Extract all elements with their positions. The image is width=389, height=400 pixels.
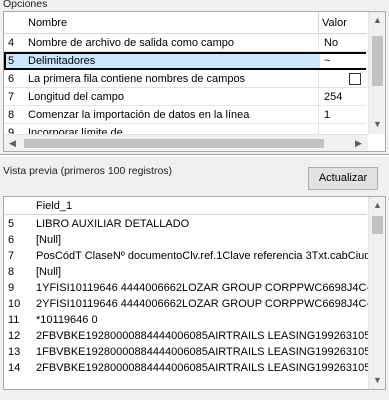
row-number: 5	[8, 55, 15, 67]
column-separator	[318, 34, 319, 52]
column-header-name[interactable]: Nombre	[28, 17, 67, 29]
option-name: Nombre de archivo de salida como campo	[28, 37, 235, 49]
option-value[interactable]: 254	[320, 88, 366, 105]
cell-value: PosCódT ClaseNº documentoClv.ref.1Clave …	[36, 250, 386, 262]
scroll-down-arrow-icon[interactable]: ▼	[369, 116, 385, 133]
row-number: 4	[8, 37, 15, 49]
preview-grid: Field_1 5 LIBRO AUXILIAR DETALLADO 6 [Null…	[3, 196, 386, 390]
preview-section-label: Vista previa (primeros 100 registros)	[3, 165, 173, 177]
delimiters-input[interactable]: ~	[320, 54, 366, 68]
row-number: 7	[8, 91, 15, 103]
scroll-left-arrow-icon[interactable]: ◀	[4, 135, 21, 151]
row-number: 12	[8, 330, 21, 342]
scroll-right-arrow-icon[interactable]: ▶	[350, 135, 367, 151]
row-number: 5	[8, 218, 15, 230]
preview-vertical-scrollbar[interactable]: ▲ ▼	[368, 197, 385, 389]
first-row-headers-checkbox[interactable]	[349, 73, 361, 85]
option-row-start-line[interactable]: 8 Comenzar la importación de datos en la…	[4, 106, 366, 124]
scroll-up-arrow-icon[interactable]: ▲	[369, 12, 385, 29]
cell-value: 2FBVBKE19280000884444006085AIRTRAILS LEA…	[36, 330, 377, 342]
cell-value: LIBRO AUXILIAR DETALLADO	[36, 218, 190, 230]
row-number: 6	[8, 234, 15, 246]
row-number: 6	[8, 73, 15, 85]
row-number: 8	[8, 266, 15, 278]
table-row[interactable]: 5 LIBRO AUXILIAR DETALLADO	[4, 216, 366, 232]
refresh-button[interactable]: Actualizar	[308, 167, 378, 190]
option-row-field-length[interactable]: 7 Longitud del campo 254	[4, 88, 366, 106]
column-header-value[interactable]: Valor	[322, 17, 347, 29]
scrollbar-thumb[interactable]	[372, 216, 383, 234]
cell-value: 1YFISI10119646 4444006662LOZAR GROUP COR…	[36, 282, 386, 294]
column-separator	[318, 54, 319, 68]
scrollbar-thumb[interactable]	[372, 36, 383, 86]
row-number: 7	[8, 250, 15, 262]
option-row-output-filename[interactable]: 4 Nombre de archivo de salida como campo…	[4, 34, 366, 52]
table-row[interactable]: 6 [Null]	[4, 232, 366, 248]
row-number: 8	[8, 109, 15, 121]
column-separator	[318, 70, 319, 88]
cell-value: [Null]	[36, 234, 62, 246]
cell-value: 2YFISI10119646 4444006662LOZAR GROUP COR…	[36, 298, 386, 310]
scrollbar-thumb[interactable]	[24, 139, 324, 148]
preview-header: Field_1	[4, 197, 366, 215]
scroll-up-arrow-icon[interactable]: ▲	[369, 197, 385, 214]
option-name: Delimitadores	[28, 55, 96, 67]
option-row-first-row-headers[interactable]: 6 La primera fila contiene nombres de ca…	[4, 70, 366, 88]
row-number: 14	[8, 362, 21, 374]
option-name: Longitud del campo	[28, 91, 125, 103]
cell-value: 1FBVBKE19280000884444006085AIRTRAILS LEA…	[36, 346, 383, 358]
option-name: La primera fila contiene nombres de camp…	[28, 73, 246, 85]
options-grid: Nombre Valor 4 Nombre de archivo de sali…	[3, 11, 386, 152]
options-header: Nombre Valor	[4, 12, 366, 34]
table-row[interactable]: 7 PosCódT ClaseNº documentoClv.ref.1Clave…	[4, 248, 385, 264]
table-row[interactable]: 8 [Null]	[4, 264, 366, 280]
table-row[interactable]: 13 1FBVBKE19280000884444006085AIRTRAILS L…	[4, 344, 383, 360]
options-section-label: Opciones	[3, 0, 48, 10]
option-row-delimiters[interactable]: 5 Delimitadores ~	[4, 52, 366, 70]
column-separator	[318, 12, 319, 34]
row-number: 13	[8, 346, 21, 358]
row-number: 11	[8, 314, 20, 326]
table-row[interactable]: 14 2FBVBKE19280000884444006085AIRTRAILS L…	[4, 360, 376, 376]
scroll-down-arrow-icon[interactable]: ▼	[369, 372, 385, 389]
options-horizontal-scrollbar[interactable]: ◀ ▶	[4, 134, 368, 151]
option-value[interactable]: No	[320, 34, 366, 51]
table-row[interactable]: 11 *10119646 0	[4, 312, 366, 328]
row-number: 9	[8, 282, 15, 294]
column-separator	[318, 106, 319, 124]
option-value[interactable]: 1	[320, 106, 366, 123]
column-header-field-1[interactable]: Field_1	[36, 200, 72, 212]
table-row[interactable]: 9 1YFISI10119646 4444006662LOZAR GROUP CO…	[4, 280, 385, 296]
table-row[interactable]: 10 2YFISI10119646 4444006662LOZAR GROUP C…	[4, 296, 385, 312]
cell-value: [Null]	[36, 266, 62, 278]
cell-value: 2FBVBKE19280000884444006085AIRTRAILS LEA…	[36, 362, 377, 374]
table-row[interactable]: 12 2FBVBKE19280000884444006085AIRTRAILS L…	[4, 328, 376, 344]
options-vertical-scrollbar[interactable]: ▲ ▼	[368, 12, 385, 134]
option-name: Comenzar la importación de datos en la l…	[28, 109, 250, 121]
splitter[interactable]	[0, 154, 389, 156]
cell-value: *10119646 0	[36, 314, 98, 326]
row-number: 10	[8, 298, 21, 310]
column-separator	[318, 88, 319, 106]
